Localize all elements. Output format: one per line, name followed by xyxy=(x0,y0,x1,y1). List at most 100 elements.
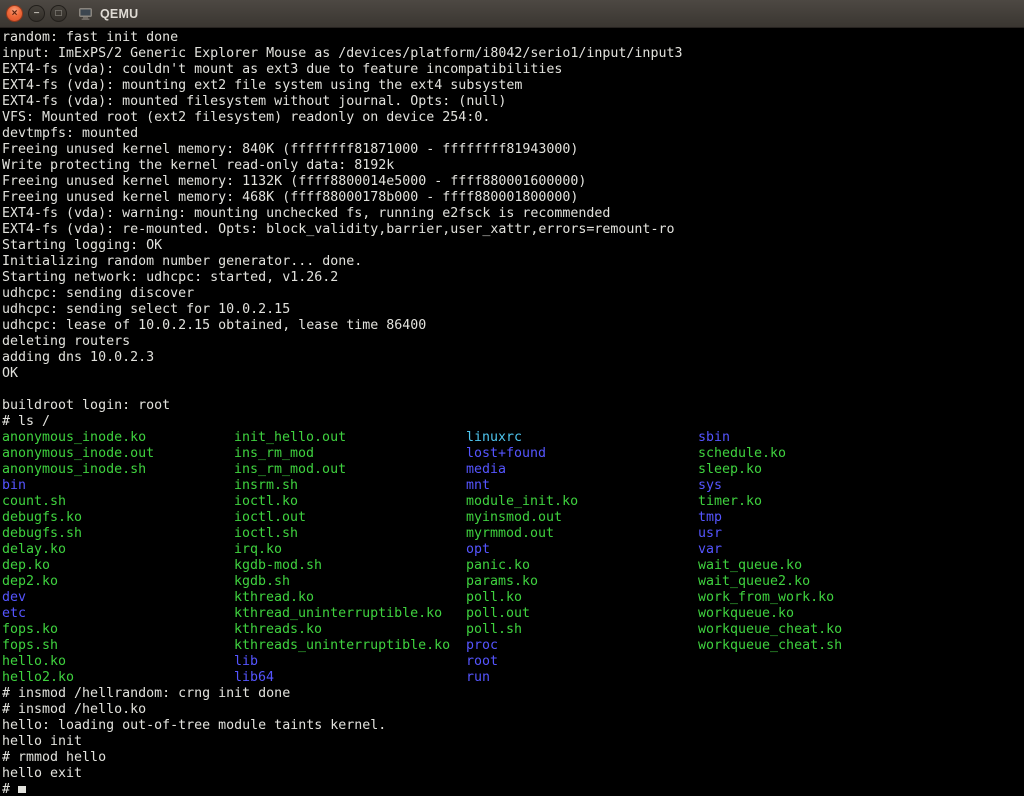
file-entry: sleep.ko xyxy=(698,462,930,478)
terminal-line: Starting network: udhcpc: started, v1.26… xyxy=(2,270,1024,286)
ls-row: etckthread_uninterruptible.kopoll.outwor… xyxy=(2,606,1024,622)
file-entry: wait_queue2.ko xyxy=(698,574,930,590)
file-entry: dev xyxy=(2,590,234,606)
terminal-line: VFS: Mounted root (ext2 filesystem) read… xyxy=(2,110,1024,126)
file-entry: anonymous_inode.out xyxy=(2,446,234,462)
file-entry: init_hello.out xyxy=(234,430,466,446)
ls-row: count.shioctl.komodule_init.kotimer.ko xyxy=(2,494,1024,510)
file-entry: hello2.ko xyxy=(2,670,234,686)
terminal-line: udhcpc: sending select for 10.0.2.15 xyxy=(2,302,1024,318)
file-entry: kthread.ko xyxy=(234,590,466,606)
terminal-line: # ls / xyxy=(2,414,1024,430)
file-entry: poll.sh xyxy=(466,622,698,638)
shell-session-log: # insmod /hellrandom: crng init done# in… xyxy=(2,686,1024,782)
file-entry: anonymous_inode.sh xyxy=(2,462,234,478)
ls-row: fops.kokthreads.kopoll.shworkqueue_cheat… xyxy=(2,622,1024,638)
file-entry: media xyxy=(466,462,698,478)
terminal-line: Initializing random number generator... … xyxy=(2,254,1024,270)
terminal-screen[interactable]: random: fast init doneinput: ImExPS/2 Ge… xyxy=(0,28,1024,796)
terminal-line: input: ImExPS/2 Generic Explorer Mouse a… xyxy=(2,46,1024,62)
file-entry: fops.sh xyxy=(2,638,234,654)
file-entry: panic.ko xyxy=(466,558,698,574)
file-entry: ioctl.sh xyxy=(234,526,466,542)
boot-log: random: fast init doneinput: ImExPS/2 Ge… xyxy=(2,30,1024,430)
file-entry: ins_rm_mod xyxy=(234,446,466,462)
ls-output-grid: anonymous_inode.koinit_hello.outlinuxrcs… xyxy=(2,430,1024,686)
ls-row: delay.koirq.kooptvar xyxy=(2,542,1024,558)
terminal-line: deleting routers xyxy=(2,334,1024,350)
terminal-line: Starting logging: OK xyxy=(2,238,1024,254)
shell-prompt: # xyxy=(2,782,18,796)
file-entry: usr xyxy=(698,526,930,542)
ls-row: devkthread.kopoll.kowork_from_work.ko xyxy=(2,590,1024,606)
ls-row: hello2.kolib64run xyxy=(2,670,1024,686)
file-entry: fops.ko xyxy=(2,622,234,638)
ls-row: debugfs.koioctl.outmyinsmod.outtmp xyxy=(2,510,1024,526)
file-entry: debugfs.sh xyxy=(2,526,234,542)
file-entry: etc xyxy=(2,606,234,622)
qemu-icon xyxy=(78,6,93,21)
file-entry: kthread_uninterruptible.ko xyxy=(234,606,466,622)
ls-row: anonymous_inode.outins_rm_modlost+founds… xyxy=(2,446,1024,462)
file-entry: sys xyxy=(698,478,930,494)
ls-row: anonymous_inode.koinit_hello.outlinuxrcs… xyxy=(2,430,1024,446)
maximize-button[interactable]: □ xyxy=(50,5,67,22)
file-entry: mnt xyxy=(466,478,698,494)
file-entry: hello.ko xyxy=(2,654,234,670)
file-entry: debugfs.ko xyxy=(2,510,234,526)
file-entry: count.sh xyxy=(2,494,234,510)
terminal-line xyxy=(2,382,1024,398)
file-entry: root xyxy=(466,654,698,670)
file-entry: workqueue_cheat.ko xyxy=(698,622,930,638)
file-entry: myinsmod.out xyxy=(466,510,698,526)
terminal-line: hello: loading out-of-tree module taints… xyxy=(2,718,1024,734)
file-entry: wait_queue.ko xyxy=(698,558,930,574)
file-entry: dep.ko xyxy=(2,558,234,574)
file-entry: var xyxy=(698,542,930,558)
terminal-line: devtmpfs: mounted xyxy=(2,126,1024,142)
terminal-line: random: fast init done xyxy=(2,30,1024,46)
file-entry: anonymous_inode.ko xyxy=(2,430,234,446)
terminal-line: EXT4-fs (vda): mounted filesystem withou… xyxy=(2,94,1024,110)
file-entry: irq.ko xyxy=(234,542,466,558)
terminal-line: adding dns 10.0.2.3 xyxy=(2,350,1024,366)
minimize-button[interactable]: − xyxy=(28,5,45,22)
file-entry: poll.ko xyxy=(466,590,698,606)
file-entry: module_init.ko xyxy=(466,494,698,510)
file-entry: workqueue_cheat.sh xyxy=(698,638,930,654)
file-entry: opt xyxy=(466,542,698,558)
file-entry: params.ko xyxy=(466,574,698,590)
file-entry: ioctl.out xyxy=(234,510,466,526)
file-entry: kgdb.sh xyxy=(234,574,466,590)
terminal-line: # insmod /hellrandom: crng init done xyxy=(2,686,1024,702)
file-entry: lib xyxy=(234,654,466,670)
prompt-line: # xyxy=(2,782,1024,796)
ls-row: fops.shkthreads_uninterruptible.koprocwo… xyxy=(2,638,1024,654)
window-title: QEMU xyxy=(100,7,138,21)
file-entry: schedule.ko xyxy=(698,446,930,462)
terminal-line: hello init xyxy=(2,734,1024,750)
file-entry: timer.ko xyxy=(698,494,930,510)
file-entry: myrmmod.out xyxy=(466,526,698,542)
terminal-line: Freeing unused kernel memory: 840K (ffff… xyxy=(2,142,1024,158)
file-entry: kthreads_uninterruptible.ko xyxy=(234,638,466,654)
terminal-line: Freeing unused kernel memory: 1132K (fff… xyxy=(2,174,1024,190)
terminal-line: # rmmod hello xyxy=(2,750,1024,766)
terminal-line: udhcpc: sending discover xyxy=(2,286,1024,302)
text-cursor xyxy=(18,786,26,793)
file-entry: bin xyxy=(2,478,234,494)
terminal-line: EXT4-fs (vda): warning: mounting uncheck… xyxy=(2,206,1024,222)
file-entry: run xyxy=(466,670,698,686)
close-button[interactable]: × xyxy=(6,5,23,22)
window-titlebar: × − □ QEMU xyxy=(0,0,1024,28)
ls-row: dep.kokgdb-mod.shpanic.kowait_queue.ko xyxy=(2,558,1024,574)
terminal-line: EXT4-fs (vda): couldn't mount as ext3 du… xyxy=(2,62,1024,78)
terminal-line: EXT4-fs (vda): re-mounted. Opts: block_v… xyxy=(2,222,1024,238)
file-entry: workqueue.ko xyxy=(698,606,930,622)
file-entry: proc xyxy=(466,638,698,654)
ls-row: dep2.kokgdb.shparams.kowait_queue2.ko xyxy=(2,574,1024,590)
terminal-line: buildroot login: root xyxy=(2,398,1024,414)
ls-row: hello.kolibroot xyxy=(2,654,1024,670)
file-entry: ioctl.ko xyxy=(234,494,466,510)
file-entry: delay.ko xyxy=(2,542,234,558)
